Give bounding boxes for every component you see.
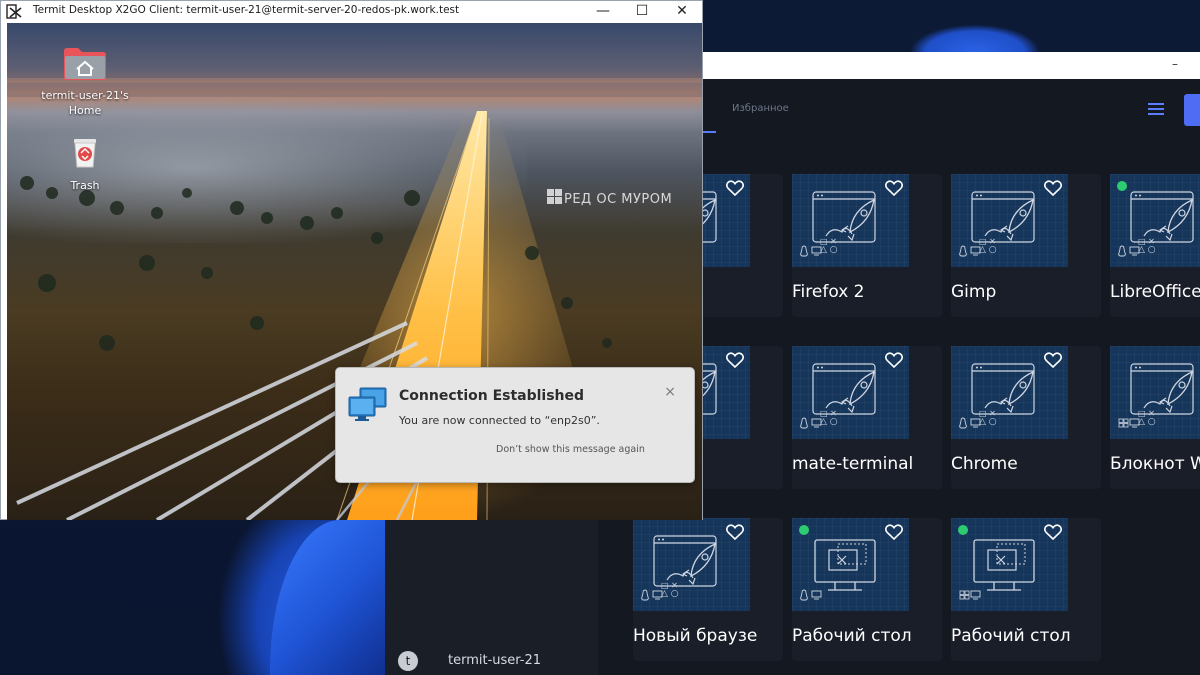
online-status-dot <box>958 525 968 535</box>
svg-text:△ ○: △ ○ <box>820 245 838 255</box>
svg-text:△ ○: △ ○ <box>1138 417 1156 427</box>
online-status-dot <box>799 525 809 535</box>
x2go-app-icon <box>6 4 24 24</box>
svg-text:△ ○: △ ○ <box>661 589 679 599</box>
notification-title: Connection Established <box>399 388 585 404</box>
app-label[interactable]: Firefox 2 <box>792 282 952 302</box>
svg-text:□ ✕: □ ✕ <box>820 237 837 246</box>
app-label[interactable]: Chrome <box>951 454 1111 474</box>
favorite-heart-icon[interactable] <box>884 180 904 200</box>
user-name[interactable]: termit-user-21 <box>448 653 541 668</box>
accent-button[interactable] <box>1184 94 1200 126</box>
svg-text:□ ✕: □ ✕ <box>979 409 996 418</box>
termit-client-sidebar: t termit-user-21 <box>385 520 598 675</box>
online-status-dot <box>1117 181 1127 191</box>
linux-os-icon <box>641 586 663 605</box>
app-card[interactable]: △ ○ □ ✕ Новый браузе <box>633 518 783 661</box>
app-thumbnail[interactable]: △ ○ □ ✕ <box>951 174 1068 267</box>
svg-text:△ ○: △ ○ <box>979 417 997 427</box>
app-label[interactable]: Рабочий стол <box>792 626 952 646</box>
home-folder-icon <box>64 48 106 80</box>
app-card[interactable]: △ ○ □ ✕ Chrome <box>951 346 1101 489</box>
app-thumbnail[interactable] <box>951 518 1068 611</box>
favorite-heart-icon[interactable] <box>725 524 745 544</box>
app-label[interactable]: Gimp <box>951 282 1111 302</box>
linux-os-icon <box>959 414 981 433</box>
app-card[interactable]: Рабочий стол <box>951 518 1101 661</box>
app-label[interactable]: LibreOffice <box>1110 282 1200 302</box>
app-card[interactable]: △ ○ □ ✕ Gimp <box>951 174 1101 317</box>
app-label[interactable]: mate-terminal <box>792 454 952 474</box>
app-card[interactable]: Рабочий стол <box>792 518 942 661</box>
dont-show-again-link[interactable]: Don’t show this message again <box>496 444 645 455</box>
svg-text:□ ✕: □ ✕ <box>979 237 996 246</box>
app-thumbnail[interactable]: △ ○ □ ✕ <box>792 174 909 267</box>
app-thumbnail[interactable]: △ ○ □ ✕ <box>792 346 909 439</box>
list-view-icon[interactable] <box>1148 103 1164 115</box>
svg-text:□ ✕: □ ✕ <box>661 581 678 590</box>
svg-text:△ ○: △ ○ <box>1138 245 1156 255</box>
notification-body: You are now connected to “enp2s0”. <box>399 414 600 427</box>
svg-text:□ ✕: □ ✕ <box>1138 409 1155 418</box>
desktop-icon-home[interactable]: termit-user-21's Home <box>30 45 140 118</box>
linux-os-icon <box>959 242 981 261</box>
notification-close-button[interactable]: × <box>664 384 676 400</box>
linux-os-icon <box>1118 242 1140 261</box>
x2go-close-button[interactable]: ✕ <box>662 1 702 23</box>
svg-text:△ ○: △ ○ <box>979 245 997 255</box>
linux-os-icon <box>800 414 822 433</box>
app-label[interactable]: Новый браузе <box>633 626 793 646</box>
app-thumbnail[interactable] <box>792 518 909 611</box>
x2go-window-title: Termit Desktop X2GO Client: termit-user-… <box>33 4 460 16</box>
app-card[interactable]: △ ○ □ ✕ mate-terminal <box>792 346 942 489</box>
favorite-heart-icon[interactable] <box>725 180 745 200</box>
x2go-maximize-button[interactable]: ☐ <box>622 1 662 23</box>
redos-logo-icon <box>547 189 563 209</box>
favorite-heart-icon[interactable] <box>884 352 904 372</box>
app-card[interactable]: △ ○ □ ✕ Firefox 2 <box>792 174 942 317</box>
app-thumbnail[interactable]: △ ○ □ ✕ <box>1110 174 1200 267</box>
windows-os-icon <box>1118 414 1140 433</box>
redos-watermark: РЕД ОС МУРОМ <box>547 189 677 211</box>
app-card[interactable]: △ ○ □ ✕ LibreOffice <box>1110 174 1200 317</box>
linux-os-icon <box>800 242 822 261</box>
user-avatar[interactable]: t <box>398 651 418 671</box>
svg-text:□ ✕: □ ✕ <box>1138 237 1155 246</box>
app-thumbnail[interactable]: △ ○ □ ✕ <box>951 346 1068 439</box>
desktop-icon-home-label: termit-user-21's Home <box>41 89 129 117</box>
app-label[interactable]: Рабочий стол <box>951 626 1111 646</box>
tab-favorites[interactable]: Избранное <box>732 103 789 114</box>
favorite-heart-icon[interactable] <box>1043 352 1063 372</box>
termit-client-minimize-button[interactable]: – <box>1168 57 1182 71</box>
windows-os-icon <box>959 586 981 605</box>
x2go-titlebar: Termit Desktop X2GO Client: termit-user-… <box>1 1 702 23</box>
connection-notification: Connection Established You are now conne… <box>335 367 695 483</box>
app-thumbnail[interactable]: △ ○ □ ✕ <box>1110 346 1200 439</box>
linux-os-icon <box>800 586 822 605</box>
x2go-minimize-button[interactable]: — <box>583 1 623 23</box>
svg-text:△ ○: △ ○ <box>820 417 838 427</box>
app-thumbnail[interactable]: △ ○ □ ✕ <box>633 518 750 611</box>
favorite-heart-icon[interactable] <box>1043 180 1063 200</box>
app-label[interactable]: Блокнот W <box>1110 454 1200 474</box>
favorite-heart-icon[interactable] <box>884 524 904 544</box>
favorite-heart-icon[interactable] <box>1043 524 1063 544</box>
redos-watermark-text: РЕД ОС МУРОМ <box>564 192 673 207</box>
desktop-icon-trash[interactable]: Trash <box>30 131 140 193</box>
trash-icon <box>74 139 96 168</box>
network-connected-icon <box>347 387 389 425</box>
favorite-heart-icon[interactable] <box>725 352 745 372</box>
app-card[interactable]: △ ○ □ ✕ Блокнот W <box>1110 346 1200 489</box>
svg-text:□ ✕: □ ✕ <box>820 409 837 418</box>
desktop-icon-trash-label: Trash <box>70 179 100 192</box>
